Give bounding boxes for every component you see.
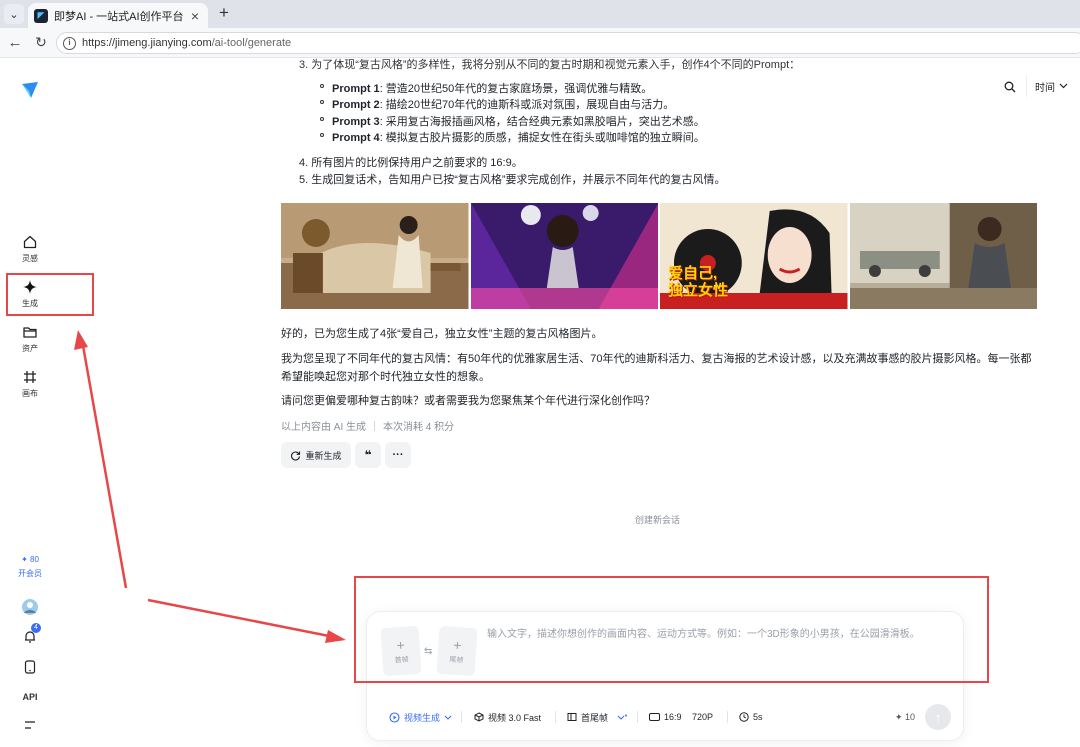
annotation-arrows bbox=[74, 330, 346, 643]
arrow-head-right bbox=[325, 630, 346, 643]
annotation-arrow-right bbox=[147, 598, 335, 639]
arrow-head-up bbox=[74, 330, 88, 350]
annotation-arrow-up bbox=[80, 339, 128, 589]
